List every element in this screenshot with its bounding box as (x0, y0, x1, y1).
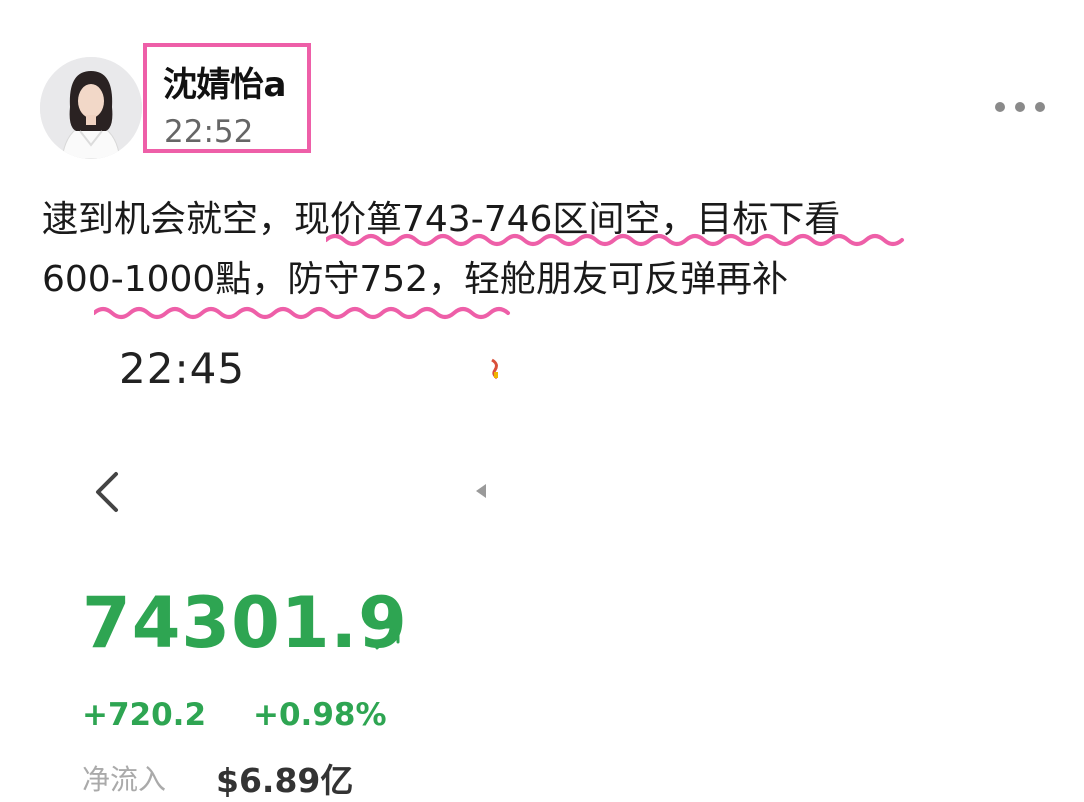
index-price: 74301.9 (82, 582, 408, 664)
avatar[interactable] (40, 57, 142, 159)
post-text-line: 600-1000點，防守752，轻舱朋友可反弹再补 (42, 259, 789, 300)
triangle-left-icon (476, 484, 486, 498)
more-dots-icon[interactable] (990, 96, 1050, 118)
embedded-screenshot: 22:45 74301.9 +720.2 +0.98% 净流入 $6.89亿 (0, 330, 1084, 800)
change-points: +720.2 (82, 697, 207, 733)
net-inflow-value: $6.89亿 (216, 761, 354, 800)
arrow-up-right-icon (375, 625, 400, 650)
change-percent: +0.98% (253, 697, 387, 733)
post-text-line: 逮到机会就空，现价箪743-746区间空，目标下看 (42, 199, 841, 240)
status-icon (491, 358, 498, 380)
status-time: 22:45 (119, 344, 246, 393)
post-text: 逮到机会就空，现价箪743-746区间空，目标下看 600-1000點，防守75… (42, 190, 1052, 310)
avatar-photo (40, 57, 142, 159)
author-name[interactable]: 沈婧怡a (163, 57, 286, 106)
post-time: 22:52 (164, 114, 254, 150)
net-inflow-label: 净流入 (82, 763, 167, 796)
chevron-left-icon[interactable] (92, 470, 122, 514)
